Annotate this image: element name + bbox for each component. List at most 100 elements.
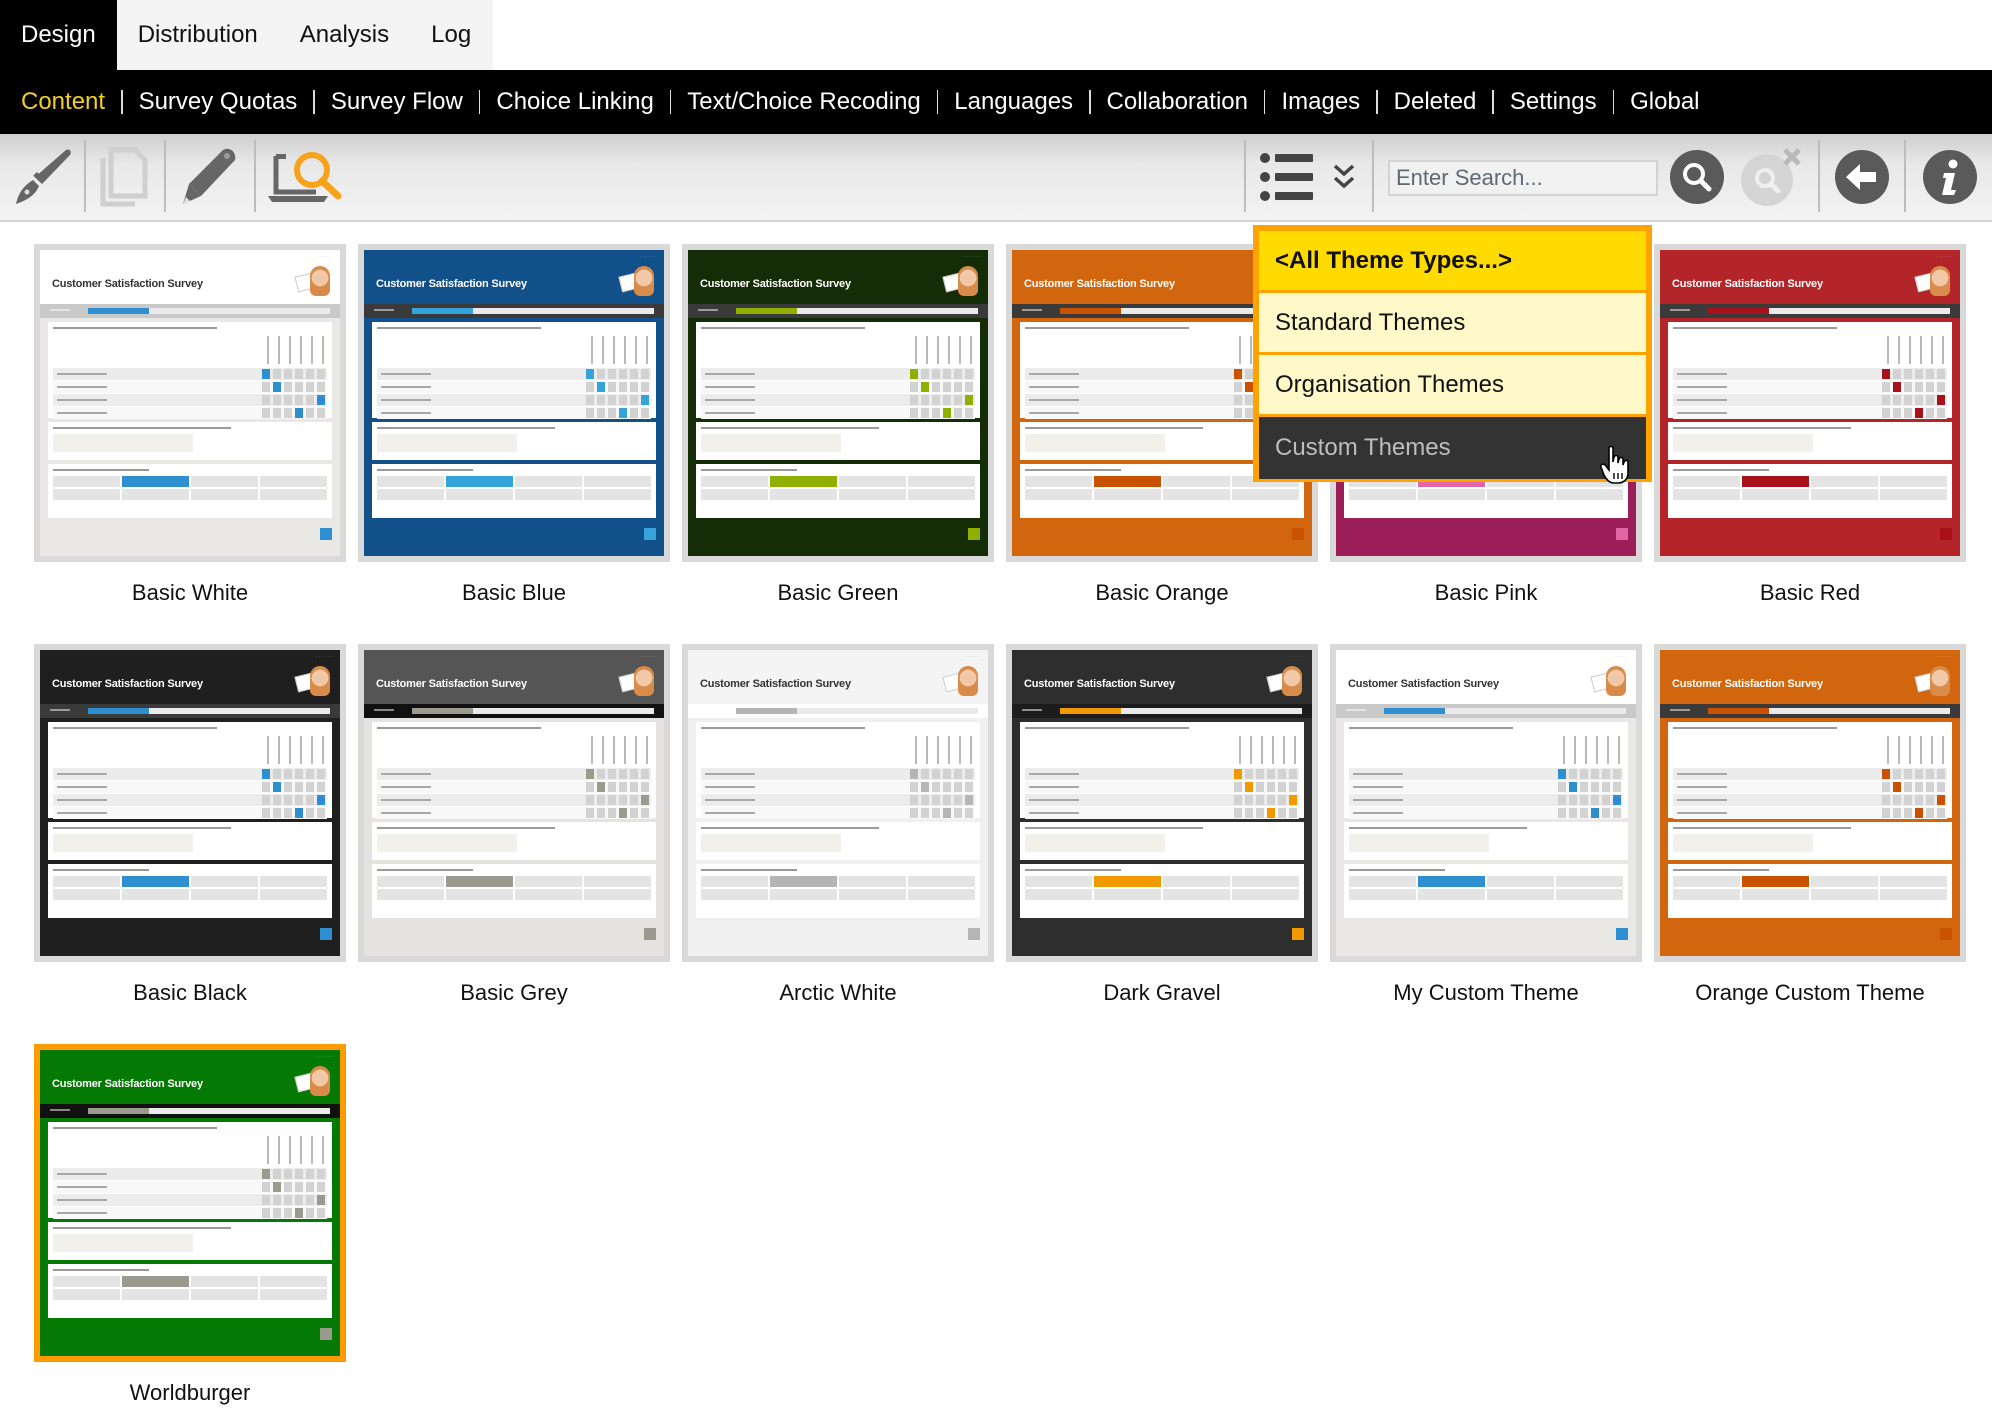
survey-title: Customer Satisfaction Survey xyxy=(52,1078,203,1090)
subnav-collaboration[interactable]: Collaboration xyxy=(1107,88,1248,116)
survey-header-image xyxy=(618,264,656,300)
hand-cursor-icon xyxy=(1600,445,1629,484)
survey-header-image xyxy=(1590,664,1628,700)
theme-name-label[interactable]: Basic Grey xyxy=(358,980,670,1006)
theme-thumbnail[interactable]: · · · · · · ·Customer Satisfaction Surve… xyxy=(358,644,670,962)
theme-thumbnail[interactable]: · · · · · · ·Customer Satisfaction Surve… xyxy=(34,244,346,562)
rename-theme-button[interactable] xyxy=(172,142,248,212)
subnav-divider xyxy=(1263,90,1266,114)
clear-search-button[interactable] xyxy=(1736,142,1808,212)
subnav-settings[interactable]: Settings xyxy=(1510,88,1597,116)
theme-thumbnail[interactable]: · · · · · · ·Customer Satisfaction Surve… xyxy=(1330,644,1642,962)
subnav-divider xyxy=(936,90,939,114)
theme-preview: · · · · · · ·Customer Satisfaction Surve… xyxy=(1660,250,1960,556)
list-view-icon xyxy=(1260,153,1313,201)
search-input[interactable] xyxy=(1388,160,1658,196)
theme-name-label[interactable]: Basic Pink xyxy=(1330,580,1642,606)
subnav-choice-linking[interactable]: Choice Linking xyxy=(496,88,653,116)
toolbar-divider xyxy=(1904,140,1906,212)
search-button[interactable] xyxy=(1668,142,1726,212)
option-organisation-themes[interactable]: Organisation Themes xyxy=(1259,355,1646,414)
tab-distribution[interactable]: Distribution xyxy=(116,0,279,70)
theme-thumbnail[interactable]: · · · · · · ·Customer Satisfaction Surve… xyxy=(1006,644,1318,962)
theme-thumbnail[interactable]: · · · · · · ·Customer Satisfaction Surve… xyxy=(1654,244,1966,562)
theme-name-label[interactable]: Basic Orange xyxy=(1006,580,1318,606)
toolbar-divider xyxy=(1818,140,1820,212)
preview-theme-button[interactable] xyxy=(264,142,352,212)
subnav-global[interactable]: Global xyxy=(1630,88,1699,116)
theme-thumbnail[interactable]: · · · · · · ·Customer Satisfaction Surve… xyxy=(358,244,670,562)
theme-thumbnail[interactable]: · · · · · · ·Customer Satisfaction Surve… xyxy=(34,644,346,962)
copy-theme-button[interactable] xyxy=(92,142,158,212)
tab-design[interactable]: Design xyxy=(0,0,117,70)
theme-name-label[interactable]: Basic Green xyxy=(682,580,994,606)
survey-header-image xyxy=(618,664,656,700)
chevron-double-down-icon xyxy=(1333,164,1355,189)
pencil-icon xyxy=(183,148,236,204)
survey-header-image xyxy=(942,264,980,300)
theme-preview: · · · · · · ·Customer Satisfaction Surve… xyxy=(364,250,664,556)
theme-name-label[interactable]: Basic Blue xyxy=(358,580,670,606)
survey-header-image xyxy=(294,1064,332,1100)
subnav-survey-quotas[interactable]: Survey Quotas xyxy=(139,88,298,116)
subnav-survey-flow[interactable]: Survey Flow xyxy=(331,88,463,116)
option-custom-themes[interactable]: Custom Themes xyxy=(1259,417,1646,479)
survey-title: Customer Satisfaction Survey xyxy=(376,278,527,290)
theme-preview: · · · · · · ·Customer Satisfaction Surve… xyxy=(688,650,988,956)
survey-title: Customer Satisfaction Survey xyxy=(1024,678,1175,690)
theme-thumbnail[interactable]: · · · · · · ·Customer Satisfaction Surve… xyxy=(34,1044,346,1362)
theme-type-dropdown-toggle[interactable] xyxy=(1330,142,1358,212)
edit-theme-button[interactable] xyxy=(6,142,76,212)
info-icon xyxy=(1923,150,1977,204)
theme-type-filter-button[interactable] xyxy=(1258,142,1318,212)
theme-thumbnail[interactable]: · · · · · · ·Customer Satisfaction Surve… xyxy=(682,244,994,562)
theme-preview: · · · · · · ·Customer Satisfaction Surve… xyxy=(1012,650,1312,956)
theme-preview: · · · · · · ·Customer Satisfaction Surve… xyxy=(40,1050,340,1356)
option-all-theme-types[interactable]: <All Theme Types...> xyxy=(1259,231,1646,290)
clear-search-icon xyxy=(1741,148,1801,206)
subnav-divider xyxy=(478,90,481,114)
subnav-languages[interactable]: Languages xyxy=(954,88,1073,116)
toolbar-divider xyxy=(254,140,256,212)
theme-preview: · · · · · · ·Customer Satisfaction Surve… xyxy=(1336,650,1636,956)
subnav-text-choice-recoding[interactable]: Text/Choice Recoding xyxy=(687,88,920,116)
option-standard-themes[interactable]: Standard Themes xyxy=(1259,293,1646,352)
design-subnav: Content Survey Quotas Survey Flow Choice… xyxy=(0,70,1992,134)
tab-analysis[interactable]: Analysis xyxy=(278,0,411,70)
copy-icon xyxy=(100,147,148,207)
subnav-divider xyxy=(1089,90,1091,114)
subnav-images[interactable]: Images xyxy=(1281,88,1360,116)
subnav-divider xyxy=(669,90,672,114)
theme-preview: · · · · · · ·Customer Satisfaction Surve… xyxy=(40,250,340,556)
theme-name-label[interactable]: Basic Black xyxy=(34,980,346,1006)
survey-header-image xyxy=(294,664,332,700)
survey-title: Customer Satisfaction Survey xyxy=(52,678,203,690)
subnav-content[interactable]: Content xyxy=(21,88,105,116)
theme-thumbnail[interactable]: · · · · · · ·Customer Satisfaction Surve… xyxy=(682,644,994,962)
preview-laptop-search-icon xyxy=(268,152,342,202)
theme-preview: · · · · · · ·Customer Satisfaction Surve… xyxy=(1660,650,1960,956)
tab-log[interactable]: Log xyxy=(410,0,494,70)
toolbar-divider xyxy=(1372,140,1374,212)
subnav-divider xyxy=(1612,90,1615,114)
back-arrow-icon xyxy=(1835,150,1889,204)
theme-name-label[interactable]: Arctic White xyxy=(682,980,994,1006)
theme-name-label[interactable]: Basic White xyxy=(34,580,346,606)
survey-header-image xyxy=(294,264,332,300)
info-button[interactable] xyxy=(1920,142,1980,212)
survey-title: Customer Satisfaction Survey xyxy=(1024,278,1175,290)
theme-name-label[interactable]: Worldburger xyxy=(34,1380,346,1406)
subnav-deleted[interactable]: Deleted xyxy=(1394,88,1477,116)
theme-name-label[interactable]: My Custom Theme xyxy=(1330,980,1642,1006)
survey-title: Customer Satisfaction Survey xyxy=(1672,678,1823,690)
survey-header-image xyxy=(1266,664,1304,700)
survey-title: Customer Satisfaction Survey xyxy=(1348,678,1499,690)
toolbar-divider xyxy=(1244,140,1246,212)
theme-name-label[interactable]: Dark Gravel xyxy=(1006,980,1318,1006)
toolbar xyxy=(0,134,1992,222)
back-button[interactable] xyxy=(1832,142,1892,212)
theme-thumbnail[interactable]: · · · · · · ·Customer Satisfaction Surve… xyxy=(1654,644,1966,962)
subnav-divider xyxy=(313,90,315,114)
theme-name-label[interactable]: Basic Red xyxy=(1654,580,1966,606)
theme-name-label[interactable]: Orange Custom Theme xyxy=(1654,980,1966,1006)
